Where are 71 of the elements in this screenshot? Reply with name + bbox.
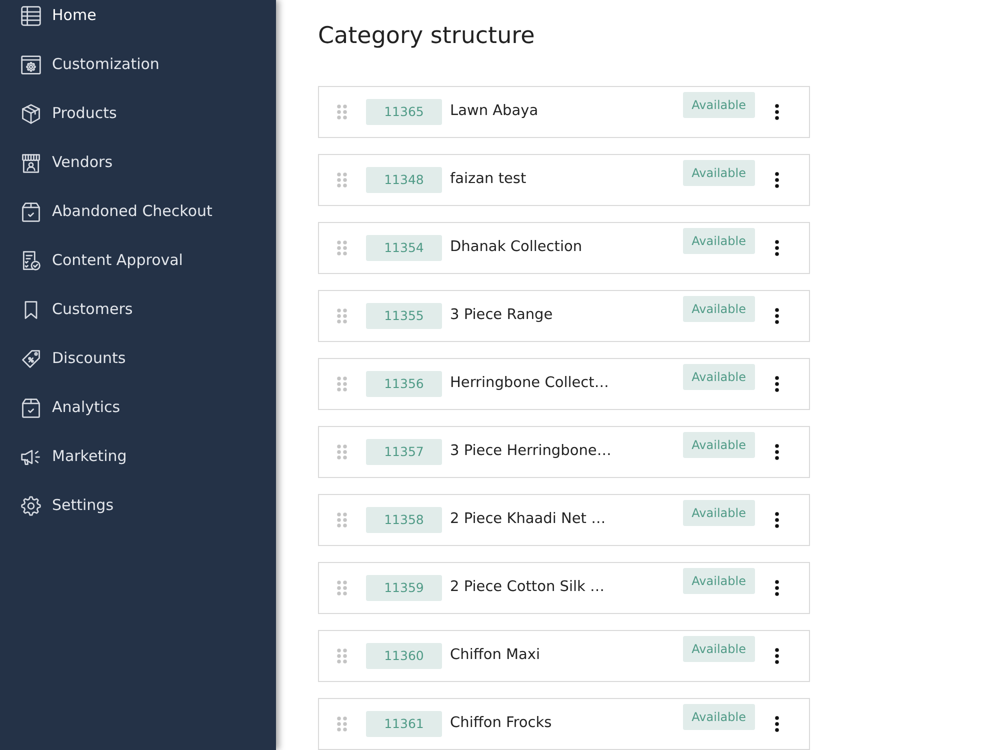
drag-handle-icon[interactable] (337, 376, 347, 392)
drag-handle-icon[interactable] (337, 580, 347, 596)
category-name: Chiffon Maxi (450, 646, 540, 666)
settings-icon (20, 494, 42, 516)
id-badge: 11360 (366, 643, 442, 669)
storefront-icon (20, 152, 42, 174)
status-badge: Available (682, 568, 755, 594)
category-name: faizan test (450, 170, 526, 190)
status-badge: Available (682, 92, 755, 118)
sidebar-item[interactable]: Marketing (0, 432, 276, 481)
id-badge: 11356 (366, 371, 442, 397)
drag-handle-icon[interactable] (337, 716, 347, 732)
status-badge: Available (682, 636, 755, 662)
id-badge: 11365 (366, 99, 442, 125)
more-options-icon[interactable] (775, 716, 779, 732)
status-badge: Available (682, 432, 755, 458)
status-badge: Available (682, 364, 755, 390)
box-check-icon (20, 200, 42, 222)
tag-icon (20, 348, 42, 370)
more-options-icon[interactable] (775, 104, 779, 120)
drag-handle-icon[interactable] (337, 512, 347, 528)
more-options-icon[interactable] (775, 444, 779, 460)
more-options-icon[interactable] (775, 240, 779, 256)
list-icon (20, 4, 42, 26)
category-name: Herringbone Collect… (450, 374, 609, 394)
sidebar-item[interactable]: Abandoned Checkout (0, 187, 276, 236)
category-name: Lawn Abaya (450, 102, 538, 122)
sidebar-item[interactable]: Vendors (0, 138, 276, 187)
status-badge: Available (682, 704, 755, 730)
document-check-icon (20, 250, 42, 272)
sidebar-item[interactable]: Content Approval (0, 236, 276, 285)
page-title: Category structure (318, 22, 536, 50)
drag-handle-icon[interactable] (337, 172, 347, 188)
category-name: 3 Piece Herringbone… (450, 442, 612, 462)
id-badge: 11359 (366, 575, 442, 601)
category-name: Chiffon Frocks (450, 714, 552, 734)
category-name: 2 Piece Khaadi Net … (450, 510, 606, 530)
box-check-icon (20, 396, 42, 418)
id-badge: 11355 (366, 303, 442, 329)
id-badge: 11357 (366, 439, 442, 465)
sidebar-item[interactable]: Analytics (0, 383, 276, 432)
status-badge: Available (682, 228, 755, 254)
more-options-icon[interactable] (775, 172, 779, 188)
more-options-icon[interactable] (775, 648, 779, 664)
box-icon (20, 102, 42, 124)
drag-handle-icon[interactable] (337, 444, 347, 460)
category-name: 3 Piece Range (450, 306, 553, 326)
more-options-icon[interactable] (775, 376, 779, 392)
id-badge: 11358 (366, 507, 442, 533)
drag-handle-icon[interactable] (337, 308, 347, 324)
id-badge: 11354 (366, 235, 442, 261)
drag-handle-icon[interactable] (337, 104, 347, 120)
sidebar-item[interactable]: Products (0, 89, 276, 138)
status-badge: Available (682, 160, 755, 186)
sidebar-item[interactable]: Customization (0, 40, 276, 89)
sidebar-item[interactable]: Customers (0, 285, 276, 334)
id-badge: 11361 (366, 711, 442, 737)
more-options-icon[interactable] (775, 308, 779, 324)
category-name: Dhanak Collection (450, 238, 582, 258)
more-options-icon[interactable] (775, 580, 779, 596)
status-badge: Available (682, 500, 755, 526)
category-name: 2 Piece Cotton Silk … (450, 578, 605, 598)
drag-handle-icon[interactable] (337, 240, 347, 256)
sidebar-item[interactable]: Settings (0, 481, 276, 530)
sidebar-item[interactable]: Discounts (0, 334, 276, 383)
window-gear-icon (20, 54, 42, 76)
more-options-icon[interactable] (775, 512, 779, 528)
status-badge: Available (682, 296, 755, 322)
drag-handle-icon[interactable] (337, 648, 347, 664)
id-badge: 11348 (366, 167, 442, 193)
sidebar-item[interactable]: Home (0, 0, 276, 40)
